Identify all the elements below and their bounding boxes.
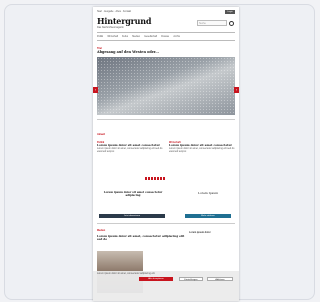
cookie-reject-button[interactable]: Ablehnen xyxy=(207,277,233,281)
main-nav: Politik Wirtschaft Kultur Medien Gesells… xyxy=(97,35,235,38)
article-teaser: Lorem ipsum dolor sit amet, consectetur … xyxy=(169,147,235,154)
sidebar-title: Lorem ipsum dolor xyxy=(189,231,211,234)
search-input[interactable]: Suche xyxy=(197,20,227,26)
nav-item[interactable]: Dossier xyxy=(161,35,169,38)
promo-title: Lorem ipsum dolor sit amet consectetur a… xyxy=(103,191,163,198)
second-headline[interactable]: Lorem ipsum dolor sit amet, consectetur … xyxy=(97,234,185,242)
promo-right-title: Lorem Ipsum xyxy=(197,191,219,195)
webpage: Start · Ausgabe · Abos · Kontakt Login H… xyxy=(93,7,239,301)
search-icon[interactable] xyxy=(229,21,234,26)
nav-item[interactable]: Archiv xyxy=(173,35,180,38)
cookie-text: Lorem ipsum dolor sit amet, consectetur … xyxy=(97,272,156,275)
promo-left: Lorem ipsum dolor sit amet consectetur a… xyxy=(103,191,163,197)
learn-more-button[interactable]: Mehr erfahren xyxy=(185,214,231,218)
cookie-banner: Lorem ipsum dolor sit amet, consectetur … xyxy=(93,271,239,301)
article-card[interactable]: Politik Lorem ipsum dolor sit amet conse… xyxy=(97,141,163,156)
nav-item[interactable]: Wirtschaft xyxy=(107,35,118,38)
nav-item[interactable]: Politik xyxy=(97,35,103,38)
lead-headline[interactable]: Abgesang auf den Westen oder... xyxy=(97,50,235,54)
nav-item[interactable]: Kultur xyxy=(122,35,128,38)
nav-divider-bottom xyxy=(97,40,235,41)
article-teaser: Lorem ipsum dolor sit amet, consectetur … xyxy=(97,147,163,154)
slider-prev-icon[interactable]: ‹ xyxy=(93,87,98,93)
second-kicker: Medien xyxy=(97,229,106,232)
login-button[interactable]: Login xyxy=(225,10,235,14)
subscribe-button[interactable]: Jetzt abonnieren xyxy=(99,214,165,218)
top-links[interactable]: Start · Ausgabe · Abos · Kontakt xyxy=(97,10,131,13)
lead-heading: Titel Abgesang auf den Westen oder... xyxy=(97,47,235,54)
article-card[interactable]: Wirtschaft Lorem ipsum dolor sit amet co… xyxy=(169,141,235,156)
nav-item[interactable]: Medien xyxy=(132,35,140,38)
nav-divider-top xyxy=(97,32,235,33)
cookie-settings-button[interactable]: Einstellungen xyxy=(179,277,203,281)
slider-next-icon[interactable]: › xyxy=(234,87,239,93)
nav-item[interactable]: Gesellschaft xyxy=(144,35,157,38)
site-logo[interactable]: Hintergrund xyxy=(97,17,151,26)
section-label: Aktuell xyxy=(97,133,105,136)
pagination-dots[interactable] xyxy=(145,177,165,180)
cookie-accept-button[interactable]: Alle akzeptieren xyxy=(139,277,173,281)
site-tagline: Das Nachrichtenmagazin xyxy=(97,26,124,29)
top-bar: Start · Ausgabe · Abos · Kontakt Login xyxy=(97,10,235,14)
divider xyxy=(97,223,235,224)
hero-image[interactable] xyxy=(97,57,235,115)
divider xyxy=(97,119,235,120)
